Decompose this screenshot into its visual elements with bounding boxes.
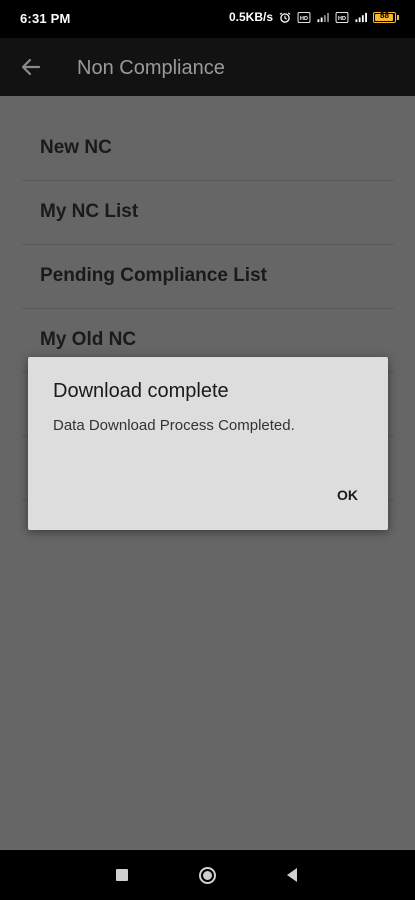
app-bar: Non Compliance [0,38,415,96]
status-time: 6:31 PM [20,11,71,26]
menu-item-label: My NC List [40,201,139,222]
status-bar: 6:31 PM 0.5KB/s HD HD 88 [0,0,415,38]
dialog-title: Download complete [53,380,229,402]
svg-text:HD: HD [338,15,346,21]
signal-icon [355,12,367,22]
menu-item-new-nc[interactable]: New NC [22,117,394,181]
dialog-message: Data Download Process Completed. [53,417,295,434]
alarm-icon [279,11,291,23]
home-icon[interactable] [198,866,217,885]
page-title: Non Compliance [77,57,225,79]
svg-text:HD: HD [300,15,308,21]
volte-icon: HD [297,11,311,23]
volte-icon: HD [335,11,349,23]
menu-item-label: New NC [40,137,112,158]
system-nav-bar [0,850,415,900]
ok-button[interactable]: OK [331,483,364,507]
network-speed: 0.5KB/s [228,10,273,24]
menu-item-label: Pending Compliance List [40,265,267,286]
menu-item-pending-compliance-list[interactable]: Pending Compliance List [22,245,394,309]
signal-icon [317,12,329,22]
recents-icon[interactable] [116,869,128,881]
menu-item-my-nc-list[interactable]: My NC List [22,181,394,245]
battery-level: 88 [380,10,389,20]
back-arrow-icon[interactable] [20,56,42,78]
download-complete-dialog: Download complete Data Download Process … [28,357,388,530]
menu-item-label: My Old NC [40,329,137,350]
battery-tip [397,14,399,20]
battery-icon: 88 [373,10,396,23]
back-icon[interactable] [285,867,299,883]
status-icons: 0.5KB/s HD HD 88 [229,10,399,24]
